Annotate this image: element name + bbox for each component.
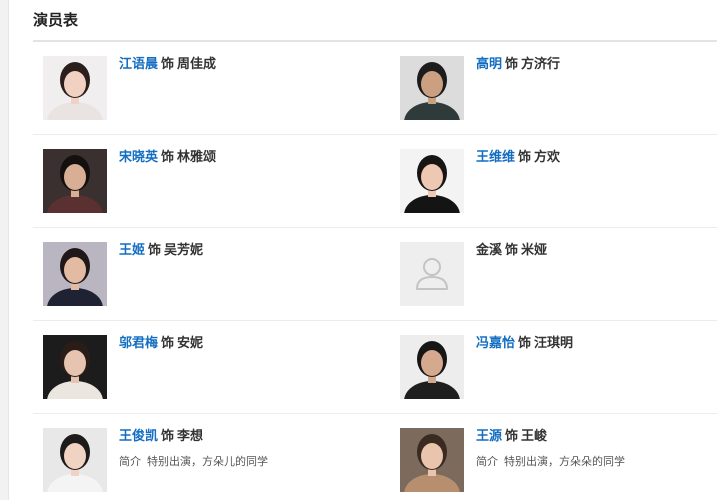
portrait-face bbox=[421, 164, 443, 190]
cast-info: 王源饰王峻 简介 特别出演，方朵朵的同学 bbox=[476, 428, 716, 470]
cast-info: 王维维饰方欢 bbox=[476, 149, 716, 167]
cast-info: 江语晨饰周佳成 bbox=[119, 56, 359, 74]
intro-text: 特别出演，方朵儿的同学 bbox=[147, 455, 268, 468]
actor-name-link[interactable]: 江语晨 bbox=[119, 57, 158, 72]
actor-photo[interactable] bbox=[43, 428, 107, 492]
cast-line: 王源饰王峻 bbox=[476, 428, 716, 446]
cast-line: 高明饰方济行 bbox=[476, 56, 716, 74]
portrait-face bbox=[421, 443, 443, 469]
cast-line: 邬君梅饰安妮 bbox=[119, 335, 359, 353]
role-name: 方济行 bbox=[521, 57, 561, 72]
title-divider bbox=[33, 40, 717, 42]
actor-name: 金溪 bbox=[476, 243, 503, 258]
cast-info: 王姬饰吴芳妮 bbox=[119, 242, 359, 260]
cast-info: 金溪饰米娅 bbox=[476, 242, 716, 260]
cast-line: 王维维饰方欢 bbox=[476, 149, 716, 167]
cast-item: 邬君梅饰安妮 bbox=[43, 335, 363, 415]
role-separator: 饰 bbox=[161, 429, 175, 444]
role-name: 王峻 bbox=[521, 429, 548, 444]
role-separator: 饰 bbox=[161, 336, 175, 351]
actor-photo[interactable] bbox=[43, 149, 107, 213]
cast-line: 金溪饰米娅 bbox=[476, 242, 716, 260]
actor-photo[interactable] bbox=[400, 56, 464, 120]
section-title: 演员表 bbox=[33, 11, 79, 29]
cast-line: 王俊凯饰李想 bbox=[119, 428, 359, 446]
portrait-face bbox=[64, 71, 86, 97]
actor-photo[interactable] bbox=[400, 149, 464, 213]
actor-portrait bbox=[400, 149, 464, 213]
role-separator: 饰 bbox=[505, 243, 519, 258]
actor-name-link[interactable]: 宋晓英 bbox=[119, 150, 158, 165]
actor-photo[interactable] bbox=[43, 56, 107, 120]
actor-photo-placeholder bbox=[400, 242, 464, 306]
intro-label: 简介 bbox=[119, 455, 141, 468]
actor-photo[interactable] bbox=[400, 428, 464, 492]
role-separator: 饰 bbox=[505, 57, 519, 72]
portrait-face bbox=[421, 350, 443, 376]
cast-info: 王俊凯饰李想 简介 特别出演，方朵儿的同学 bbox=[119, 428, 359, 470]
actor-photo[interactable] bbox=[43, 335, 107, 399]
cast-info: 冯嘉怡饰汪琪明 bbox=[476, 335, 716, 353]
cast-item: 宋晓英饰林雅颂 bbox=[43, 149, 363, 229]
cast-intro: 简介 特别出演，方朵儿的同学 bbox=[119, 454, 359, 470]
role-name: 林雅颂 bbox=[177, 150, 217, 165]
actor-name-link[interactable]: 王源 bbox=[476, 429, 502, 444]
role-name: 周佳成 bbox=[177, 57, 217, 72]
cast-info: 高明饰方济行 bbox=[476, 56, 716, 74]
cast-item: 金溪饰米娅 bbox=[400, 242, 717, 322]
actor-portrait bbox=[400, 428, 464, 492]
cast-line: 江语晨饰周佳成 bbox=[119, 56, 359, 74]
cast-intro: 简介 特别出演，方朵朵的同学 bbox=[476, 454, 716, 470]
actor-portrait bbox=[43, 428, 107, 492]
cast-item: 王源饰王峻 简介 特别出演，方朵朵的同学 bbox=[400, 428, 717, 500]
role-separator: 饰 bbox=[148, 243, 162, 258]
cast-item: 王维维饰方欢 bbox=[400, 149, 717, 229]
role-separator: 饰 bbox=[518, 150, 532, 165]
portrait-face bbox=[64, 257, 86, 283]
user-placeholder-icon bbox=[400, 242, 464, 306]
portrait-face bbox=[64, 443, 86, 469]
actor-name-link[interactable]: 王维维 bbox=[476, 150, 515, 165]
cast-page: 演员表 江语晨饰周佳成 高明饰方济行 宋晓英饰林雅颂 王维维 饰 方欢 王姬 饰… bbox=[0, 0, 717, 500]
role-name: 吴芳妮 bbox=[164, 243, 204, 258]
role-name: 安妮 bbox=[177, 336, 204, 351]
intro-label: 简介 bbox=[476, 455, 498, 468]
actor-portrait bbox=[43, 242, 107, 306]
left-rule bbox=[0, 0, 9, 500]
portrait-face bbox=[421, 71, 443, 97]
role-separator: 饰 bbox=[518, 336, 532, 351]
intro-text: 特别出演，方朵朵的同学 bbox=[504, 455, 625, 468]
cast-info: 宋晓英饰林雅颂 bbox=[119, 149, 359, 167]
cast-item: 王俊凯饰李想 简介 特别出演，方朵儿的同学 bbox=[43, 428, 363, 500]
role-name: 李想 bbox=[177, 429, 204, 444]
cast-line: 冯嘉怡饰汪琪明 bbox=[476, 335, 716, 353]
cast-item: 江语晨饰周佳成 bbox=[43, 56, 363, 136]
role-name: 米娅 bbox=[521, 243, 548, 258]
actor-name-link[interactable]: 高明 bbox=[476, 57, 502, 72]
actor-portrait bbox=[43, 335, 107, 399]
actor-name-link[interactable]: 王姬 bbox=[119, 243, 145, 258]
role-separator: 饰 bbox=[161, 57, 175, 72]
actor-photo[interactable] bbox=[43, 242, 107, 306]
actor-portrait bbox=[43, 56, 107, 120]
cast-item: 冯嘉怡饰汪琪明 bbox=[400, 335, 717, 415]
actor-photo[interactable] bbox=[400, 335, 464, 399]
actor-name-link[interactable]: 邬君梅 bbox=[119, 336, 158, 351]
role-name: 方欢 bbox=[534, 150, 561, 165]
actor-portrait bbox=[43, 149, 107, 213]
actor-name-link[interactable]: 王俊凯 bbox=[119, 429, 158, 444]
actor-name-link[interactable]: 冯嘉怡 bbox=[476, 336, 515, 351]
cast-line: 宋晓英饰林雅颂 bbox=[119, 149, 359, 167]
cast-line: 王姬饰吴芳妮 bbox=[119, 242, 359, 260]
role-separator: 饰 bbox=[161, 150, 175, 165]
actor-portrait bbox=[400, 56, 464, 120]
portrait-face bbox=[64, 164, 86, 190]
cast-item: 高明饰方济行 bbox=[400, 56, 717, 136]
actor-portrait bbox=[400, 335, 464, 399]
role-separator: 饰 bbox=[505, 429, 519, 444]
cast-item: 王姬饰吴芳妮 bbox=[43, 242, 363, 322]
portrait-face bbox=[64, 350, 86, 376]
cast-info: 邬君梅饰安妮 bbox=[119, 335, 359, 353]
role-name: 汪琪明 bbox=[534, 336, 574, 351]
